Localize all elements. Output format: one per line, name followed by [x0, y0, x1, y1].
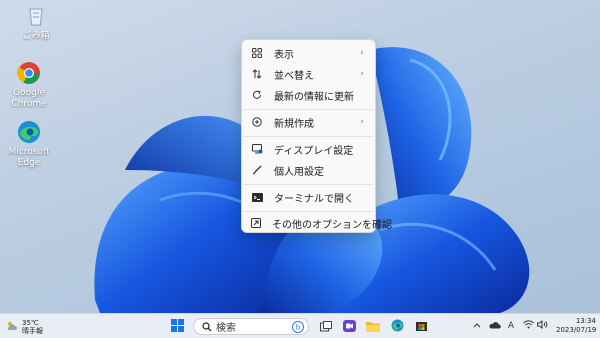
weather-widget[interactable]: 35℃ 晴手報 [6, 317, 43, 336]
new-plus-icon [251, 116, 263, 128]
svg-text:b: b [296, 323, 301, 331]
file-explorer-icon [366, 317, 380, 336]
menu-divider [243, 136, 374, 137]
start-button[interactable] [169, 318, 185, 334]
edge-taskbar-button[interactable] [389, 318, 405, 334]
chrome-icon [17, 61, 41, 85]
more-options-icon [251, 217, 261, 229]
wifi-button[interactable] [522, 319, 534, 333]
clock-date: 2023/07/19 [556, 326, 597, 334]
desktop-icon-label: Google Chrome [11, 88, 47, 109]
search-placeholder: 検索 [216, 323, 236, 334]
search-icon [202, 321, 212, 332]
desktop-icon-label: ごみ箱 [22, 31, 50, 41]
menu-item-label: ディスプレイ設定 [274, 145, 354, 157]
chevron-right-icon: › [360, 117, 364, 127]
chat-button[interactable] [341, 318, 357, 334]
chat-icon [342, 317, 356, 336]
menu-item-display-settings[interactable]: ディスプレイ設定 [245, 139, 373, 159]
personalize-brush-icon [251, 164, 263, 176]
menu-item-label: 表示 [274, 49, 294, 61]
menu-divider [243, 109, 374, 110]
bing-icon: b [292, 320, 304, 333]
weather-icon [6, 317, 18, 336]
task-view-button[interactable] [318, 318, 334, 334]
file-explorer-button[interactable] [365, 318, 381, 334]
volume-button[interactable] [536, 319, 548, 333]
menu-item-sort[interactable]: 並べ替え › [245, 64, 373, 84]
menu-item-more-options[interactable]: その他のオプションを確認 [245, 213, 392, 233]
sort-icon [251, 68, 263, 80]
menu-item-view[interactable]: 表示 › [245, 43, 373, 63]
menu-item-label: 新規作成 [274, 118, 314, 130]
weather-condition: 晴手報 [22, 326, 43, 335]
chevron-right-icon: › [360, 48, 364, 58]
chevron-up-icon [473, 321, 481, 331]
recycle-bin-icon [24, 4, 48, 28]
desktop-icon-chrome[interactable]: Google Chrome [6, 61, 52, 110]
onedrive-button[interactable] [488, 319, 502, 333]
menu-item-label: 並べ替え [274, 70, 314, 82]
display-settings-icon [251, 143, 263, 155]
clock-time: 13:34 [575, 317, 596, 325]
speaker-icon [536, 319, 548, 332]
menu-item-new[interactable]: 新規作成 › [245, 112, 373, 132]
taskbar-search-box[interactable]: 検索 b [193, 318, 309, 335]
weather-temp: 35℃ [22, 318, 39, 327]
start-icon [170, 317, 184, 336]
store-icon [415, 317, 428, 336]
desktop-icon-label: Microsoft Edge [8, 147, 50, 168]
menu-item-label: 最新の情報に更新 [274, 91, 354, 103]
menu-item-label: 個人用設定 [274, 166, 324, 178]
desktop-context-menu: 表示 › 並べ替え › 最新の情報に更新 新規作成 › ディスプレイ設定 個人用 [241, 39, 392, 233]
chevron-right-icon: › [360, 69, 364, 79]
show-hidden-icons-button[interactable] [472, 319, 482, 333]
menu-item-refresh[interactable]: 最新の情報に更新 [245, 85, 373, 105]
edge-icon [391, 317, 404, 336]
cloud-icon [489, 321, 501, 332]
ime-indicator[interactable]: A [505, 319, 517, 333]
menu-divider [243, 184, 374, 185]
menu-item-label: その他のオプションを確認 [272, 219, 392, 231]
edge-icon [17, 120, 41, 144]
menu-item-label: ターミナルで開く [274, 193, 354, 205]
wifi-icon [522, 320, 534, 332]
view-grid-icon [251, 47, 263, 59]
store-button[interactable] [413, 318, 429, 334]
system-clock[interactable]: 13:34 2023/07/19 [556, 317, 596, 335]
taskbar: 35℃ 晴手報 検索 b A 13:34 2023/07/19 [0, 313, 600, 338]
desktop-icon-edge[interactable]: Microsoft Edge [6, 120, 52, 169]
terminal-icon [251, 191, 263, 203]
menu-divider [243, 211, 374, 212]
menu-item-open-terminal[interactable]: ターミナルで開く [245, 187, 373, 207]
refresh-icon [251, 89, 263, 101]
task-view-icon [320, 317, 332, 336]
menu-item-personalize[interactable]: 個人用設定 [245, 160, 373, 180]
desktop-icon-recycle-bin[interactable]: ごみ箱 [13, 4, 59, 42]
